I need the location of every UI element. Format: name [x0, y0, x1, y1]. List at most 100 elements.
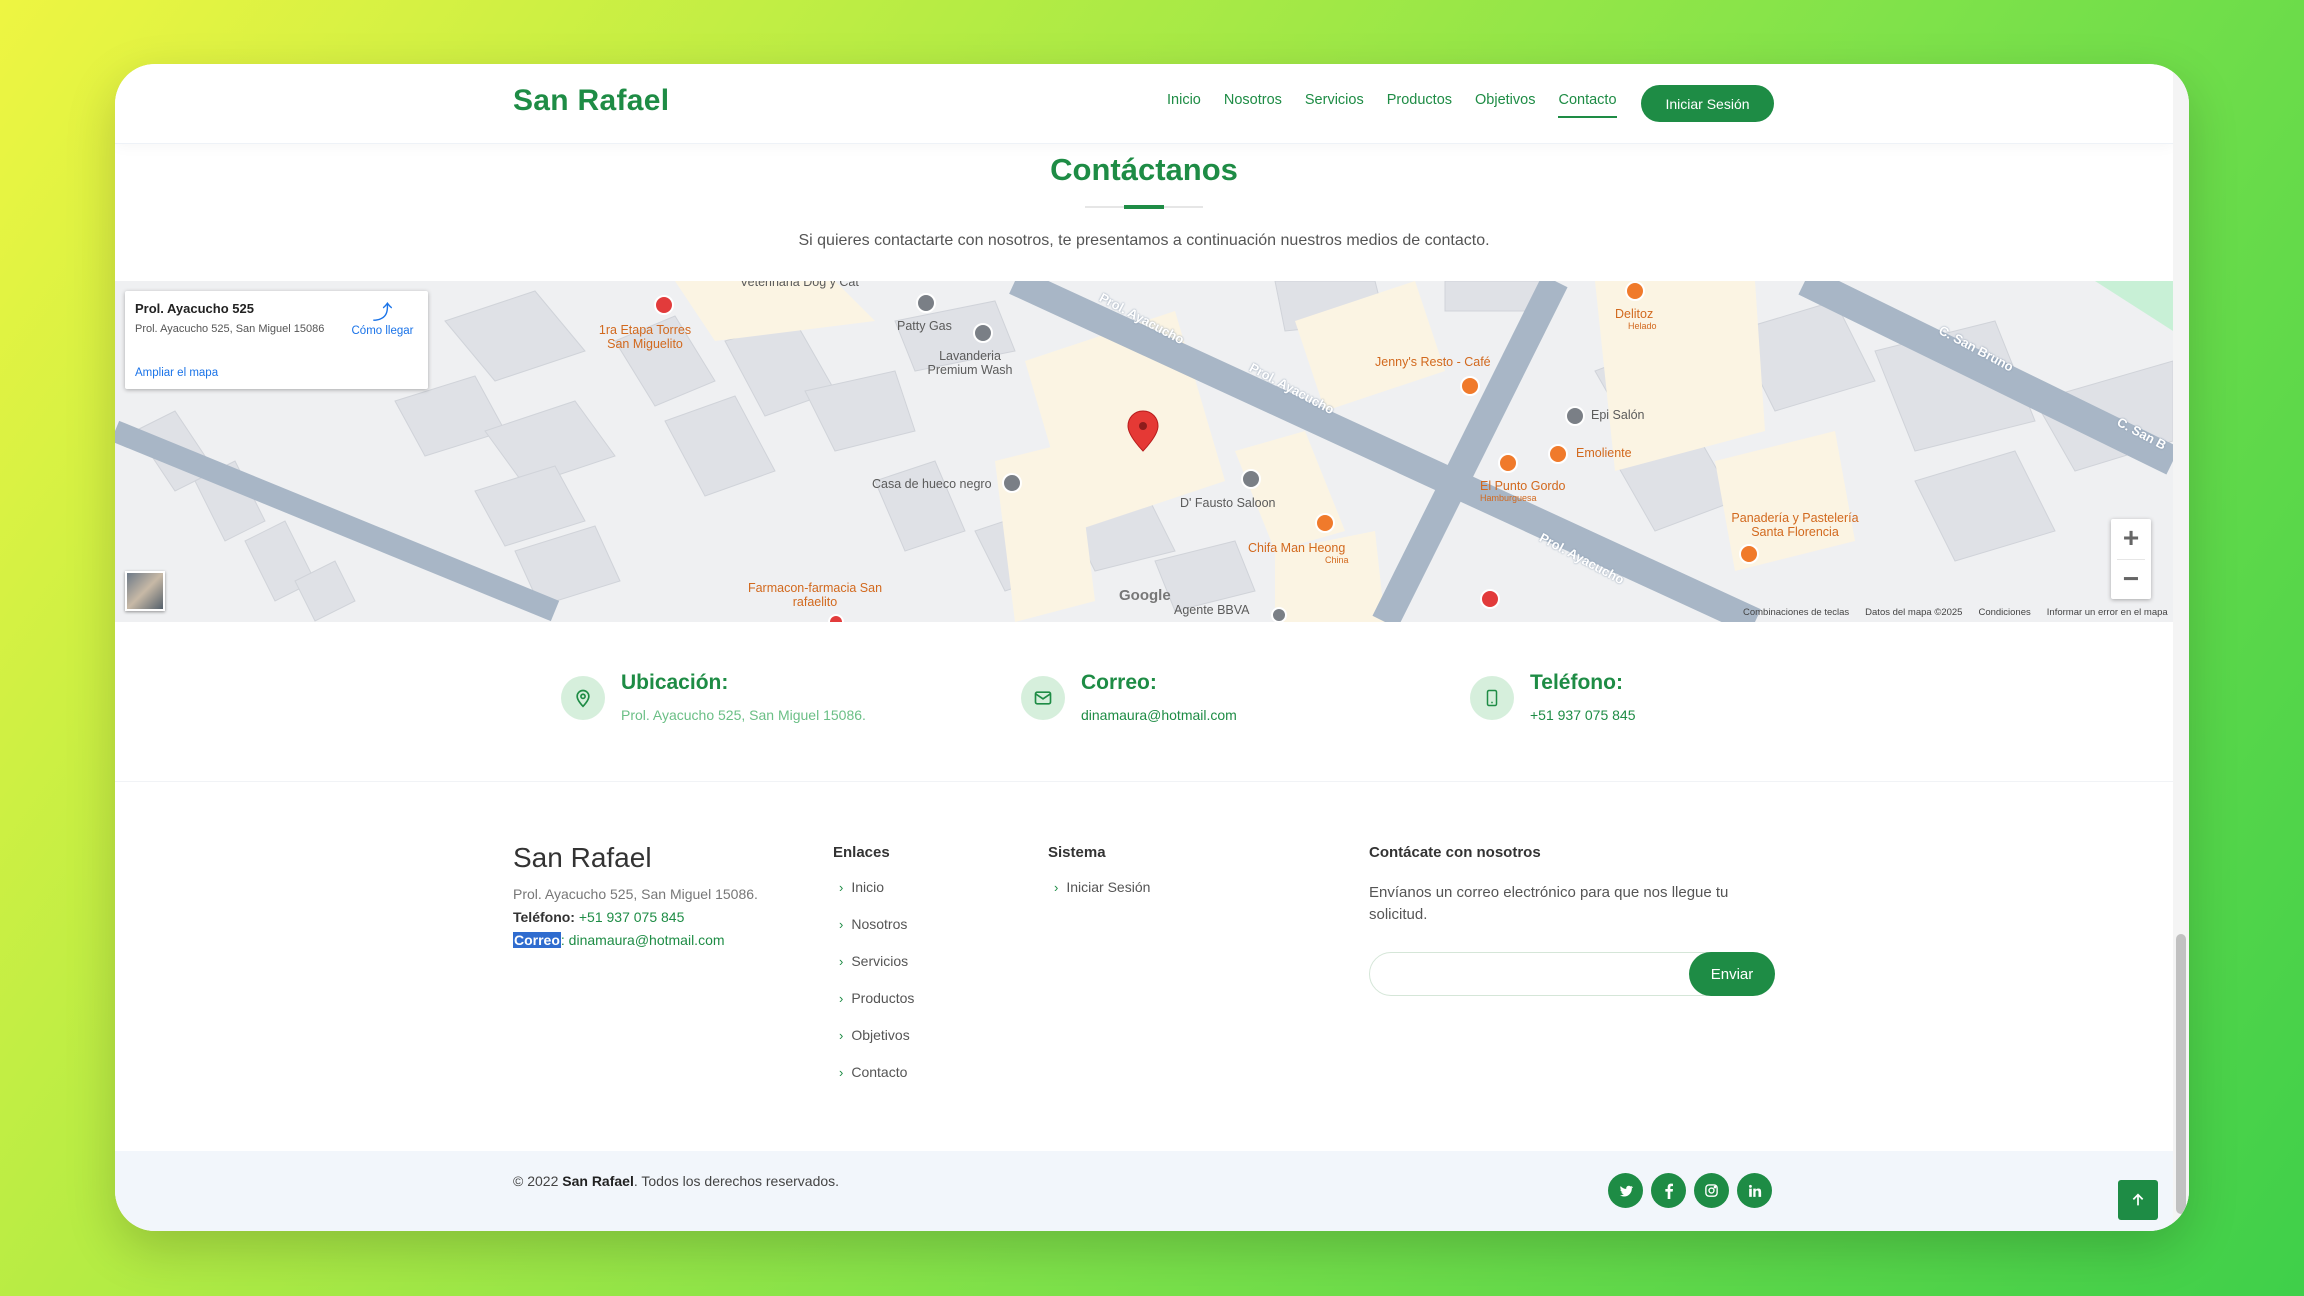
terms-link[interactable]: Condiciones [1978, 607, 2030, 618]
footer-link-nosotros[interactable]: › Nosotros [839, 916, 914, 953]
social-links [1608, 1173, 1772, 1208]
nav-servicios[interactable]: Servicios [1305, 92, 1364, 118]
footer-phone-label: Teléfono: [513, 909, 575, 925]
login-button[interactable]: Iniciar Sesión [1641, 85, 1774, 122]
info-phone-value[interactable]: +51 937 075 845 [1530, 707, 1636, 723]
map-label: Panadería y Pastelería Santa Florencia [1731, 511, 1859, 539]
footer-bottom-bar: © 2022 San Rafael. Todos los derechos re… [115, 1151, 2173, 1231]
footer-link-iniciar-sesion[interactable]: › Iniciar Sesión [1054, 879, 1150, 916]
google-logo: Google [1119, 587, 1171, 604]
footer-link-label: Objetivos [851, 1027, 910, 1043]
footer-address: Prol. Ayacucho 525, San Miguel 15086. [513, 886, 758, 902]
site-footer: San Rafael Prol. Ayacucho 525, San Migue… [115, 781, 2173, 1151]
chevron-right-icon: › [839, 880, 844, 895]
nav-objetivos[interactable]: Objetivos [1475, 92, 1535, 118]
info-location: Ubicación: Prol. Ayacucho 525, San Migue… [561, 671, 866, 723]
twitter-icon[interactable] [1608, 1173, 1643, 1208]
arrow-up-icon [2132, 1193, 2144, 1206]
embedded-map[interactable]: Veterinaria Dog y Cat 1ra Etapa Torres S… [115, 281, 2173, 622]
instagram-icon[interactable] [1694, 1173, 1729, 1208]
newsletter-title: Contácate con nosotros [1369, 844, 1541, 861]
directions-button[interactable]: ⤴ Cómo llegar [345, 301, 420, 337]
zoom-in-button[interactable]: + [2111, 519, 2151, 559]
map-label: Veterinaria Dog y Cat [740, 281, 859, 289]
map-label: Jenny's Resto - Café [1375, 355, 1491, 369]
footer-phone: Teléfono: +51 937 075 845 [513, 909, 684, 925]
page-scrollbar[interactable] [2173, 64, 2189, 1231]
footer-system-title: Sistema [1048, 844, 1106, 861]
chevron-right-icon: › [839, 917, 844, 932]
main-nav: Inicio Nosotros Servicios Productos Obje… [1167, 92, 1617, 118]
report-error-link[interactable]: Informar un error en el mapa [2047, 607, 2168, 618]
footer-link-label: Inicio [851, 879, 885, 895]
footer-brand: San Rafael [513, 842, 652, 873]
map-label: D' Fausto Saloon [1180, 496, 1276, 510]
info-email-value[interactable]: dinamaura@hotmail.com [1081, 707, 1237, 723]
scrollbar-thumb[interactable] [2176, 934, 2186, 1214]
map-label: Casa de hueco negro [872, 477, 992, 491]
nav-contacto[interactable]: Contacto [1558, 92, 1617, 118]
map-label: China [1325, 555, 1349, 565]
footer-email-label: Correo [513, 932, 561, 948]
zoom-out-button[interactable]: − [2111, 560, 2151, 600]
info-phone-title: Teléfono: [1530, 671, 1623, 694]
linkedin-icon[interactable] [1737, 1173, 1772, 1208]
directions-icon: ⤴ [372, 302, 393, 324]
title-divider [1085, 205, 1203, 209]
nav-productos[interactable]: Productos [1387, 92, 1452, 118]
map-data-label: Datos del mapa ©2025 [1865, 607, 1963, 618]
info-email: Correo: dinamaura@hotmail.com [1021, 671, 1237, 723]
facebook-icon[interactable] [1651, 1173, 1686, 1208]
newsletter-text: Envíanos un correo electrónico para que … [1369, 884, 1729, 923]
send-button[interactable]: Enviar [1689, 952, 1775, 996]
enlarge-map-link[interactable]: Ampliar el mapa [135, 367, 218, 379]
copyright-brand: San Rafael [562, 1173, 634, 1189]
satellite-toggle[interactable] [125, 571, 165, 611]
copyright-prefix: © 2022 [513, 1173, 563, 1189]
brand-logo[interactable]: San Rafael [513, 84, 669, 118]
copyright-text: © 2022 San Rafael. Todos los derechos re… [513, 1173, 839, 1189]
site-header: San Rafael Inicio Nosotros Servicios Pro… [115, 64, 2173, 144]
footer-phone-value: +51 937 075 845 [578, 909, 685, 925]
map-label: Helado [1628, 321, 1657, 331]
info-email-title: Correo: [1081, 671, 1157, 694]
footer-link-servicios[interactable]: › Servicios [839, 953, 914, 990]
keyboard-shortcuts-link[interactable]: Combinaciones de teclas [1743, 607, 1849, 618]
footer-links-title: Enlaces [833, 844, 890, 861]
footer-link-contacto[interactable]: › Contacto [839, 1064, 914, 1101]
map-label: Lavanderia Premium Wash [927, 349, 1013, 377]
footer-link-label: Nosotros [851, 916, 908, 932]
map-label: Patty Gas [897, 319, 952, 333]
footer-links: › Inicio › Nosotros › Servicios › Productos … [839, 879, 914, 1101]
envelope-icon [1021, 676, 1065, 720]
nav-nosotros[interactable]: Nosotros [1224, 92, 1282, 118]
zoom-controls: + − [2111, 519, 2151, 599]
nav-inicio[interactable]: Inicio [1167, 92, 1201, 118]
footer-system-links: › Iniciar Sesión [1054, 879, 1150, 916]
map-label: 1ra Etapa Torres San Miguelito [598, 323, 692, 351]
map-label: Farmacon-farmacia San rafaelito [747, 581, 883, 609]
browser-window: San Rafael Inicio Nosotros Servicios Pro… [115, 64, 2189, 1231]
map-attribution: Combinaciones de teclas Datos del mapa ©… [1743, 607, 2168, 618]
footer-link-label: Contacto [851, 1064, 908, 1080]
chevron-right-icon: › [839, 1065, 844, 1080]
map-label: Agente BBVA [1174, 603, 1250, 617]
map-card-address: Prol. Ayacucho 525, San Miguel 15086 [135, 323, 325, 335]
footer-link-label: Servicios [851, 953, 909, 969]
footer-link-label: Productos [851, 990, 915, 1006]
map-label: Chifa Man Heong [1248, 541, 1346, 555]
phone-icon [1470, 676, 1514, 720]
chevron-right-icon: › [839, 1028, 844, 1043]
back-to-top-button[interactable] [2118, 1180, 2158, 1220]
footer-link-inicio[interactable]: › Inicio [839, 879, 914, 916]
chevron-right-icon: › [1054, 880, 1059, 895]
info-phone: Teléfono: +51 937 075 845 [1470, 671, 1636, 723]
footer-link-productos[interactable]: › Productos [839, 990, 914, 1027]
page-subtitle: Si quieres contactarte con nosotros, te … [798, 232, 1490, 249]
directions-label: Cómo llegar [351, 325, 414, 337]
chevron-right-icon: › [839, 991, 844, 1006]
map-card-title: Prol. Ayacucho 525 [135, 301, 254, 316]
info-location-value: Prol. Ayacucho 525, San Miguel 15086. [621, 707, 866, 723]
map-label: Emoliente [1576, 446, 1632, 460]
footer-link-objetivos[interactable]: › Objetivos [839, 1027, 914, 1064]
